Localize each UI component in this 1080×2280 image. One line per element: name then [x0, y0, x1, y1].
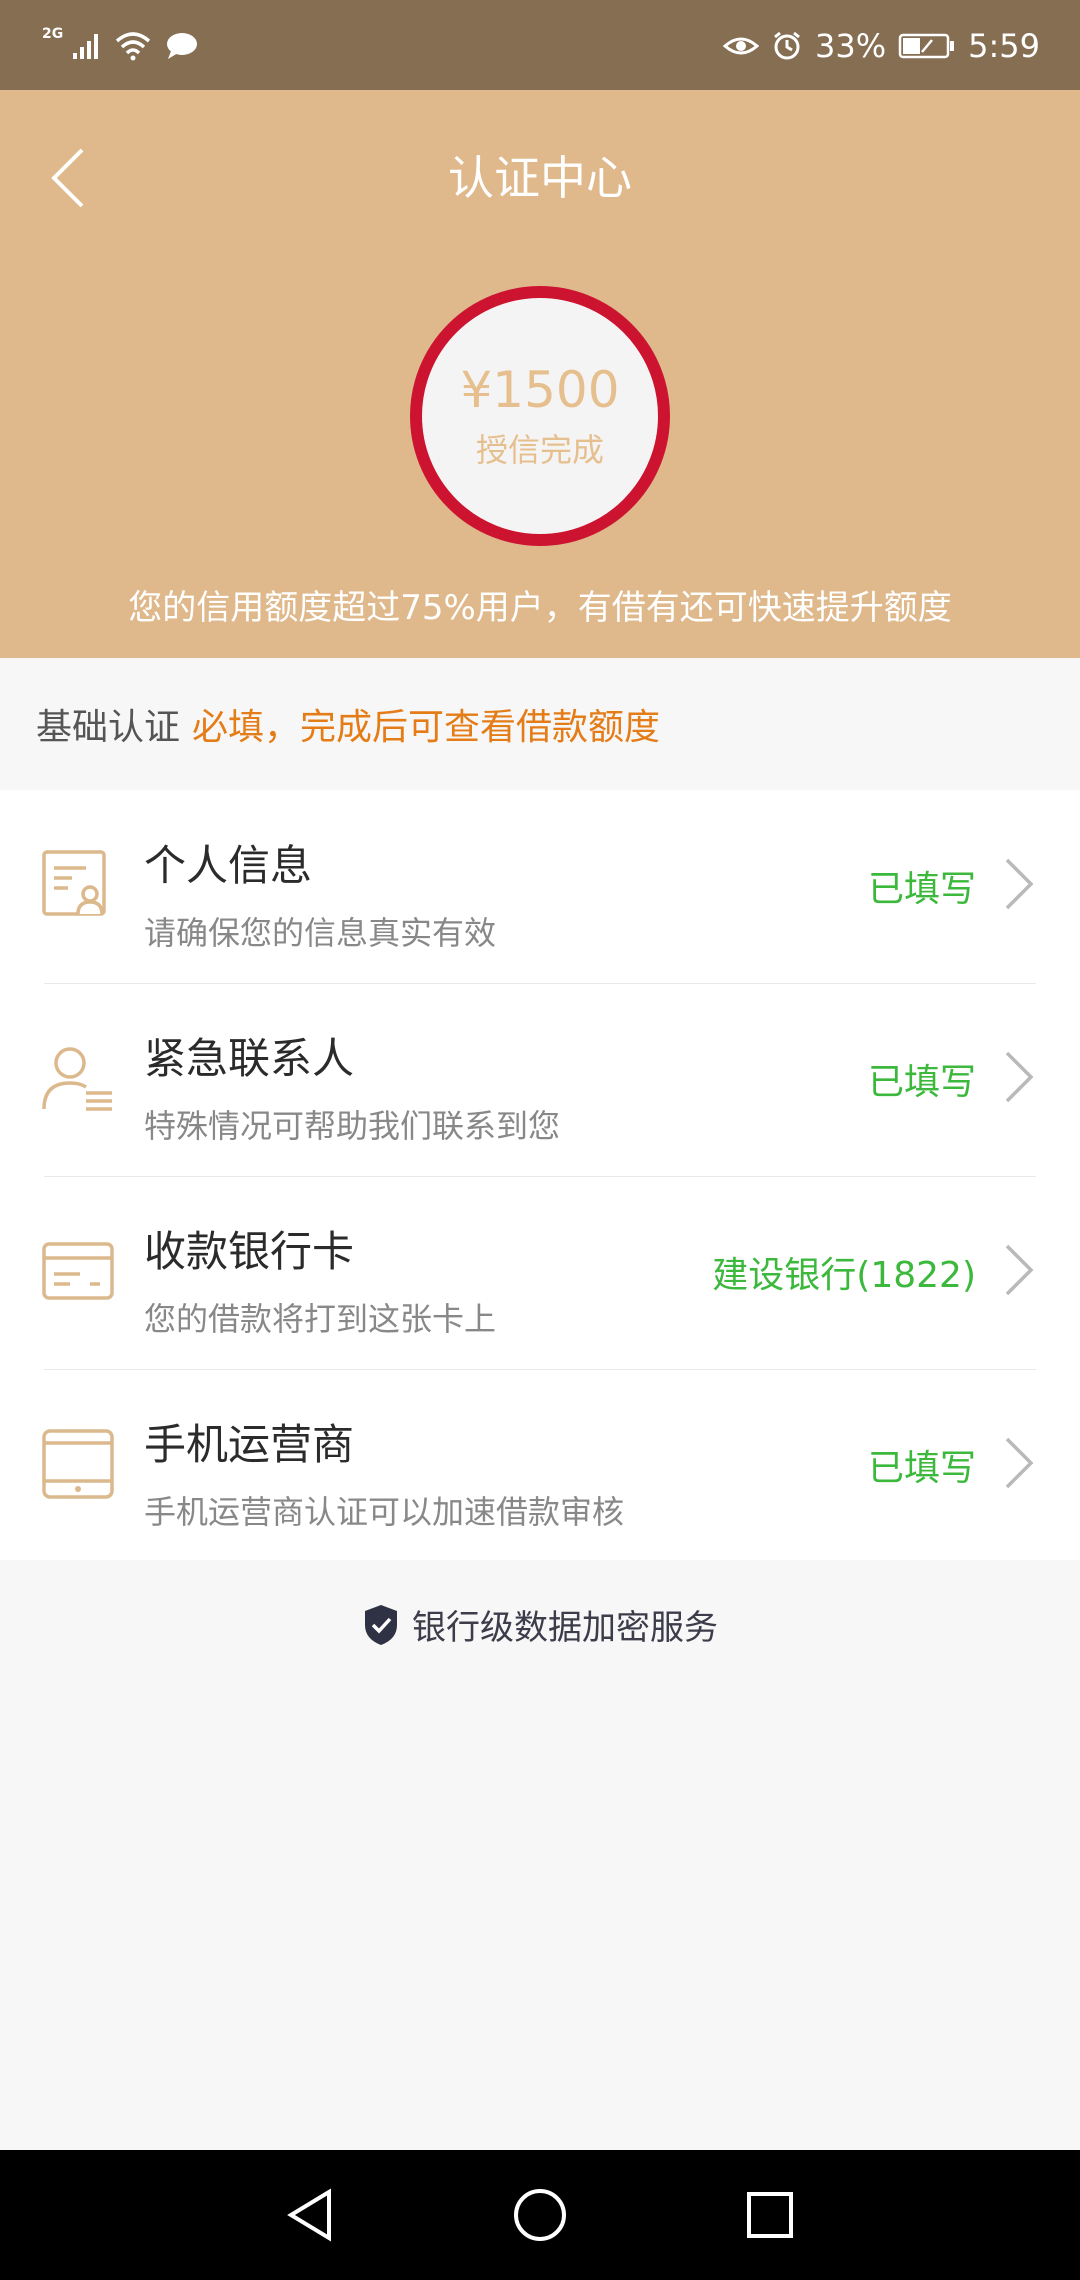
contact-person-icon — [42, 1047, 112, 1111]
status-left: 2G — [42, 26, 199, 66]
bank-card-icon — [42, 1242, 114, 1300]
tablet-icon — [42, 1429, 114, 1499]
security-note: 银行级数据加密服务 — [0, 1600, 1080, 1649]
item-status: 已填写 — [867, 869, 976, 910]
navigation-bar — [0, 2150, 1080, 2280]
status-right: 33% 5:59 — [723, 26, 1040, 66]
verification-list: 个人信息 请确保您的信息真实有效 已填写 紧急联系人 特殊情况可帮助我们联系到您… — [0, 790, 1080, 1560]
eye-icon — [723, 37, 760, 55]
item-title: 紧急联系人 — [144, 1034, 355, 1083]
alarm-icon — [774, 31, 800, 60]
triangle-back-icon — [287, 2188, 331, 2242]
item-status: 建设银行(1822) — [712, 1255, 976, 1296]
credit-ring: ¥1500 授信完成 — [410, 286, 670, 546]
nav-back-button[interactable] — [280, 2185, 340, 2245]
page-title: 认证中心 — [448, 151, 632, 205]
item-subtitle: 手机运营商认证可以加速借款审核 — [144, 1493, 625, 1531]
list-item-personal-info[interactable]: 个人信息 请确保您的信息真实有效 已填写 — [0, 790, 1080, 983]
square-recents-icon — [747, 2192, 793, 2238]
message-icon — [167, 33, 198, 59]
wifi-icon — [116, 32, 151, 61]
item-subtitle: 特殊情况可帮助我们联系到您 — [144, 1107, 561, 1145]
chevron-right-icon — [1005, 858, 1034, 910]
credit-amount: ¥1500 — [460, 361, 620, 419]
credit-note: 您的信用额度超过75%用户，有借有还可快速提升额度 — [128, 588, 952, 628]
item-title: 收款银行卡 — [144, 1227, 355, 1276]
signal-icon — [73, 34, 99, 59]
section-required-note: 必填，完成后可查看借款额度 — [192, 707, 661, 748]
network-type: 2G — [42, 26, 64, 42]
list-item-emergency-contact[interactable]: 紧急联系人 特殊情况可帮助我们联系到您 已填写 — [0, 983, 1080, 1176]
id-card-icon — [42, 850, 106, 916]
security-note-text: 银行级数据加密服务 — [412, 1608, 718, 1648]
nav-home-button[interactable] — [510, 2185, 570, 2245]
chevron-right-icon — [1005, 1051, 1034, 1103]
shield-check-icon — [365, 1604, 397, 1645]
item-subtitle: 请确保您的信息真实有效 — [144, 914, 497, 952]
clock-time: 5:59 — [968, 27, 1040, 65]
item-title: 手机运营商 — [144, 1420, 355, 1469]
section-label: 基础认证 — [36, 707, 181, 748]
item-status: 已填写 — [867, 1448, 976, 1489]
list-item-bank-card[interactable]: 收款银行卡 您的借款将打到这张卡上 建设银行(1822) — [0, 1176, 1080, 1369]
chevron-right-icon — [1005, 1244, 1034, 1296]
chevron-right-icon — [1005, 1437, 1034, 1489]
header: 认证中心 ¥1500 授信完成 您的信用额度超过75%用户，有借有还可快速提升额… — [0, 90, 1080, 658]
credit-status: 授信完成 — [475, 431, 604, 469]
item-title: 个人信息 — [144, 841, 313, 890]
battery-percent: 33% — [815, 27, 887, 65]
battery-icon — [898, 33, 955, 59]
item-status: 已填写 — [867, 1062, 976, 1103]
status-bar: 2G 33% 5:59 — [0, 0, 1080, 90]
nav-recents-button[interactable] — [740, 2185, 800, 2245]
item-subtitle: 您的借款将打到这张卡上 — [144, 1300, 497, 1338]
circle-home-icon — [514, 2189, 566, 2241]
list-item-mobile-carrier[interactable]: 手机运营商 手机运营商认证可以加速借款审核 已填写 — [0, 1369, 1080, 1562]
section-header: 基础认证 必填，完成后可查看借款额度 — [0, 658, 1080, 790]
